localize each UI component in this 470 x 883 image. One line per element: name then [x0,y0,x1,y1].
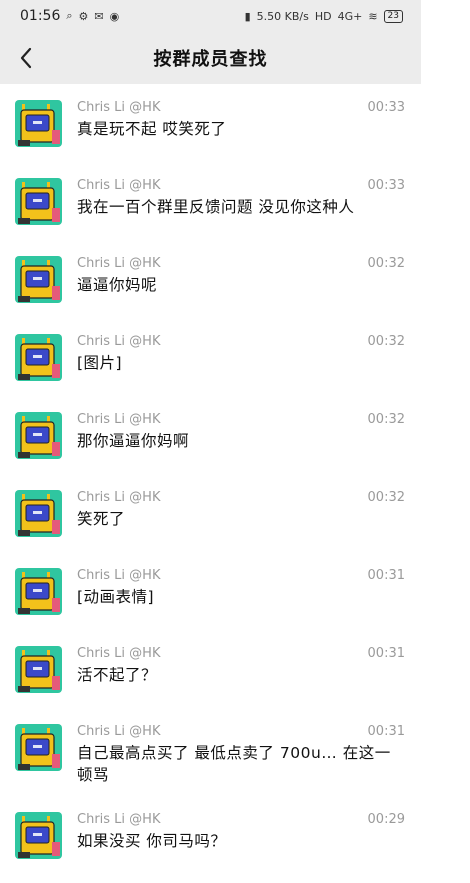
message-time: 00:32 [367,256,405,271]
avatar[interactable] [15,100,62,147]
avatar[interactable] [15,334,62,381]
message-row[interactable]: Chris Li @HK 00:31 自己最高点买了 最低点卖了 700u… 在这一… [0,708,421,784]
page-title: 按群成员查找 [153,49,268,70]
signal-icon: 4G+ [337,9,363,23]
message-text: 活不起了？ [77,666,158,684]
search-icon: ⌕ [66,9,73,22]
vpn-icon: ◉ [109,9,120,23]
message-row[interactable]: Chris Li @HK 00:31 [动画表情] [0,552,421,622]
battery-icon: 23 [383,9,403,23]
avatar[interactable] [15,490,62,537]
vibrate-icon: ▮ [244,9,251,23]
status-time: 01:56 [20,8,61,24]
status-right: ▮ 5.50 KB/s HD 4G+ ≋ 23 [244,9,403,23]
status-bar: 01:56 ⌕ ⚙ ✉ ◉ ▮ 5.50 KB/s HD 4G+ ≋ 23 [0,0,421,32]
avatar[interactable] [15,178,62,225]
message-time: 00:29 [367,812,405,827]
message-text: 真是玩不起 哎笑死了 [77,120,227,138]
message-text: 那你逼逼你妈啊 [77,432,190,450]
sender-name: Chris Li @HK [77,412,161,427]
message-time: 00:33 [367,178,405,193]
message-row[interactable]: Chris Li @HK 00:29 如果没买 你司马吗？ [0,796,421,866]
app-icon: ⚙ [78,9,89,23]
sender-name: Chris Li @HK [77,334,161,349]
sender-name: Chris Li @HK [77,256,161,271]
mail-icon: ✉ [94,9,104,23]
message-row[interactable]: Chris Li @HK 00:31 活不起了？ [0,630,421,700]
message-text: 逼逼你妈呢 [77,276,158,294]
header: 按群成员查找 [0,32,421,84]
message-row[interactable]: Chris Li @HK 00:32 那你逼逼你妈啊 [0,396,421,466]
message-row[interactable]: Chris Li @HK 00:32 笑死了 [0,474,421,544]
message-text: 自己最高点买了 最低点卖了 700u… 在这一顿骂 [77,744,391,784]
wifi-icon: ≋ [368,9,378,23]
message-time: 00:32 [367,490,405,505]
sender-name: Chris Li @HK [77,178,161,193]
sender-name: Chris Li @HK [77,646,161,661]
avatar[interactable] [15,646,62,693]
message-time: 00:31 [367,724,405,739]
sender-name: Chris Li @HK [77,490,161,505]
message-row[interactable]: Chris Li @HK 00:33 真是玩不起 哎笑死了 [0,84,421,154]
message-time: 00:33 [367,100,405,115]
network-speed: 5.50 KB/s [256,9,309,23]
message-text: 我在一百个群里反馈问题 没见你这种人 [77,198,355,216]
message-row[interactable]: Chris Li @HK 00:32 逼逼你妈呢 [0,240,421,310]
message-text: [图片] [77,354,123,372]
message-text: 如果没买 你司马吗？ [77,832,227,850]
hd-icon: HD [314,9,332,23]
sender-name: Chris Li @HK [77,724,161,739]
sender-name: Chris Li @HK [77,100,161,115]
sender-name: Chris Li @HK [77,812,161,827]
chevron-left-icon [20,47,32,69]
avatar[interactable] [15,412,62,459]
screen: 01:56 ⌕ ⚙ ✉ ◉ ▮ 5.50 KB/s HD 4G+ ≋ 23 按群… [0,0,421,883]
message-text: 笑死了 [77,510,126,528]
back-button[interactable] [14,44,38,72]
status-left: 01:56 ⌕ ⚙ ✉ ◉ [20,8,119,24]
message-text: [动画表情] [77,588,155,606]
avatar[interactable] [15,812,62,859]
avatar[interactable] [15,724,62,771]
sender-name: Chris Li @HK [77,568,161,583]
message-time: 00:32 [367,412,405,427]
avatar[interactable] [15,256,62,303]
message-time: 00:32 [367,334,405,349]
message-row[interactable]: Chris Li @HK 00:32 [图片] [0,318,421,388]
message-time: 00:31 [367,646,405,661]
message-time: 00:31 [367,568,405,583]
avatar[interactable] [15,568,62,615]
message-row[interactable]: Chris Li @HK 00:33 我在一百个群里反馈问题 没见你这种人 [0,162,421,232]
